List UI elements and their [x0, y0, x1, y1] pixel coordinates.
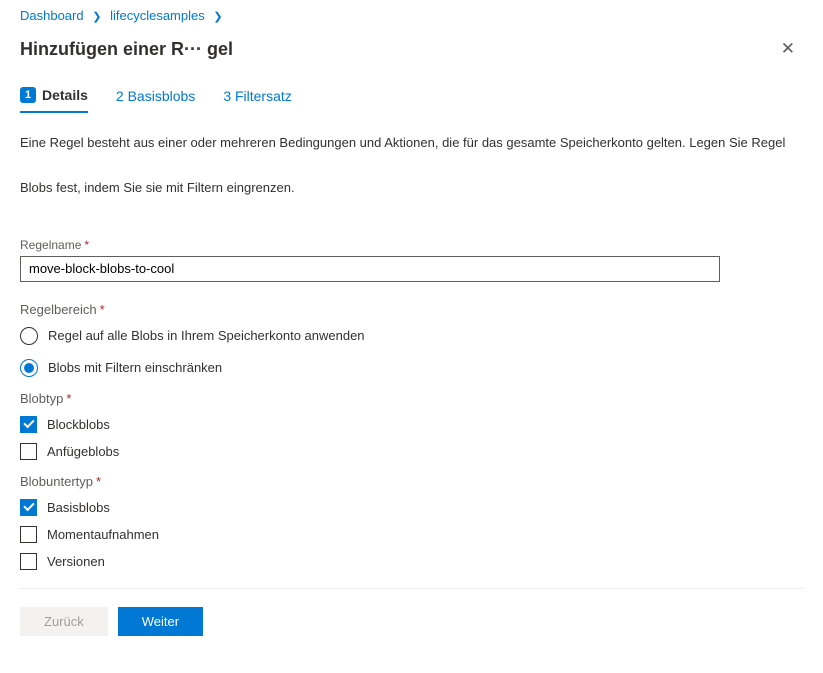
tab-details[interactable]: 1 Details	[20, 81, 88, 113]
breadcrumb-lifecyclesamples[interactable]: lifecyclesamples	[110, 8, 205, 23]
blob-subtype-label: Blobuntertyp*	[20, 474, 803, 489]
blob-type-label: Blobtyp*	[20, 391, 803, 406]
snapshots-label: Momentaufnahmen	[47, 527, 159, 542]
versions-label: Versionen	[47, 554, 105, 569]
divider	[20, 588, 803, 589]
rule-name-label: Regelname*	[20, 238, 803, 252]
rule-scope-group: Regel auf alle Blobs in Ihrem Speicherko…	[20, 327, 803, 377]
required-icon: *	[84, 238, 89, 252]
checkbox-versions[interactable]	[20, 553, 37, 570]
scope-filter-row[interactable]: Blobs mit Filtern einschränken	[20, 359, 803, 377]
required-icon: *	[66, 391, 71, 406]
scope-all-row[interactable]: Regel auf alle Blobs in Ihrem Speicherko…	[20, 327, 803, 345]
blob-type-group: Blockblobs Anfügeblobs	[20, 416, 803, 460]
tab-filtersatz[interactable]: 3 Filtersatz	[223, 81, 291, 113]
scope-all-label: Regel auf alle Blobs in Ihrem Speicherko…	[48, 328, 365, 343]
baseblobs-row[interactable]: Basisblobs	[20, 499, 803, 516]
tabs: 1 Details 2 Basisblobs 3 Filtersatz	[0, 81, 823, 113]
rule-scope-label: Regelbereich*	[20, 302, 803, 317]
required-icon: *	[96, 474, 101, 489]
tab-label: Details	[42, 87, 88, 103]
description-text-1: Eine Regel besteht aus einer oder mehrer…	[20, 133, 803, 154]
page-title: Hinzufügen einer R··· gel	[20, 39, 773, 60]
form-content: Eine Regel besteht aus einer oder mehrer…	[0, 133, 823, 656]
close-icon[interactable]: ✕	[773, 35, 803, 63]
baseblobs-label: Basisblobs	[47, 500, 110, 515]
footer-buttons: Zurück Weiter	[20, 607, 803, 656]
checkbox-appendblobs[interactable]	[20, 443, 37, 460]
chevron-right-icon: ❯	[87, 11, 106, 23]
page-header: Hinzufügen einer R··· gel ✕	[0, 27, 823, 81]
rule-name-input[interactable]	[20, 256, 720, 282]
radio-scope-filter[interactable]	[20, 359, 38, 377]
checkbox-blockblobs[interactable]	[20, 416, 37, 433]
blob-subtype-group: Basisblobs Momentaufnahmen Versionen	[20, 499, 803, 570]
appendblobs-label: Anfügeblobs	[47, 444, 119, 459]
back-button[interactable]: Zurück	[20, 607, 108, 636]
tab-basisblobs[interactable]: 2 Basisblobs	[116, 81, 195, 113]
blockblobs-row[interactable]: Blockblobs	[20, 416, 803, 433]
description-text-2: Blobs fest, indem Sie sie mit Filtern ei…	[20, 178, 803, 199]
appendblobs-row[interactable]: Anfügeblobs	[20, 443, 803, 460]
checkbox-snapshots[interactable]	[20, 526, 37, 543]
chevron-right-icon: ❯	[208, 11, 227, 23]
scope-filter-label: Blobs mit Filtern einschränken	[48, 360, 222, 375]
checkbox-baseblobs[interactable]	[20, 499, 37, 516]
tab-number-badge: 1	[20, 87, 36, 103]
radio-scope-all[interactable]	[20, 327, 38, 345]
breadcrumb: Dashboard ❯ lifecyclesamples ❯	[0, 0, 823, 27]
versions-row[interactable]: Versionen	[20, 553, 803, 570]
snapshots-row[interactable]: Momentaufnahmen	[20, 526, 803, 543]
next-button[interactable]: Weiter	[118, 607, 203, 636]
breadcrumb-dashboard[interactable]: Dashboard	[20, 8, 84, 23]
blockblobs-label: Blockblobs	[47, 417, 110, 432]
required-icon: *	[100, 302, 105, 317]
